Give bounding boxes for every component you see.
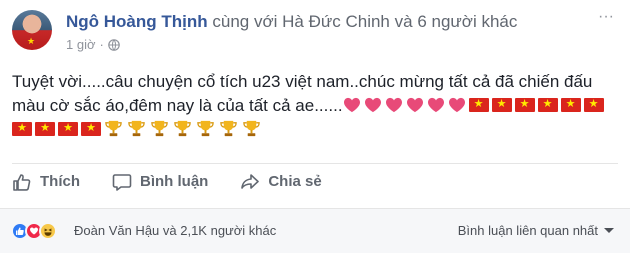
vietnam-flag-emoji [468, 97, 489, 112]
vietnam-flag-emoji [583, 97, 604, 112]
heart-emoji [406, 97, 423, 113]
trophy-emoji [128, 120, 145, 137]
and-text: và [394, 12, 413, 31]
vietnam-flag-emoji [35, 121, 55, 136]
trophy-emoji [174, 120, 191, 137]
more-icon[interactable]: ··· [596, 9, 616, 28]
heart-emoji [427, 97, 444, 113]
comment-icon [112, 173, 132, 191]
tagged-others[interactable]: 6 người khác [417, 12, 517, 31]
author-line: Ngô Hoàng Thịnh cùng với Hà Đức Chinh và… [66, 12, 517, 32]
haha-reaction-icon [39, 222, 57, 240]
comment-sort-dropdown[interactable]: Bình luận liên quan nhất [458, 223, 614, 238]
post-footer: Đoàn Văn Hậu và 2,1K người khác Bình luậ… [0, 208, 630, 253]
trophy-emoji [105, 120, 122, 137]
reaction-names[interactable]: Đoàn Văn Hậu và 2,1K người khác [74, 223, 276, 238]
trophy-emoji [243, 120, 260, 137]
vietnam-flag-emoji [81, 121, 101, 136]
share-button[interactable]: Chia sẻ [240, 172, 322, 192]
author-avatar[interactable]: ★ [12, 10, 52, 50]
post-meta: 1 giờ · [66, 37, 120, 53]
action-bar: Thích Bình luận Chia sẻ [12, 163, 618, 199]
globe-icon[interactable] [108, 39, 120, 51]
share-label: Chia sẻ [268, 173, 322, 190]
like-button[interactable]: Thích [12, 172, 80, 192]
like-label: Thích [40, 173, 80, 190]
vietnam-flag-emoji [491, 97, 512, 112]
vietnam-flag-emoji [58, 121, 78, 136]
comment-button[interactable]: Bình luận [112, 172, 208, 192]
share-icon [241, 173, 260, 189]
comment-label: Bình luận [140, 173, 209, 190]
heart-emoji [385, 97, 402, 113]
heart-emoji [343, 97, 360, 113]
vietnam-flag-emoji [537, 97, 558, 112]
reaction-icons[interactable] [11, 222, 57, 240]
with-text: cùng với [212, 12, 278, 31]
heart-emoji [364, 97, 381, 113]
sort-label: Bình luận liên quan nhất [457, 223, 598, 238]
heart-emoji [448, 97, 465, 113]
like-icon [13, 173, 31, 191]
post-header: ★ Ngô Hoàng Thịnh cùng với Hà Đức Chinh … [12, 9, 618, 58]
post-body: Tuyệt vời.....câu chuyện cổ tích u23 việ… [12, 70, 614, 142]
vietnam-flag-emoji [514, 97, 535, 112]
trophy-emoji [151, 120, 168, 137]
post-time[interactable]: 1 giờ [66, 37, 96, 53]
trophy-emoji [197, 120, 214, 137]
author-name[interactable]: Ngô Hoàng Thịnh [66, 12, 208, 31]
trophy-emoji [220, 120, 237, 137]
vietnam-flag-emoji [12, 121, 32, 136]
caret-down-icon [604, 228, 614, 233]
tagged-friend[interactable]: Hà Đức Chinh [282, 12, 390, 31]
vietnam-flag-emoji [560, 97, 581, 112]
